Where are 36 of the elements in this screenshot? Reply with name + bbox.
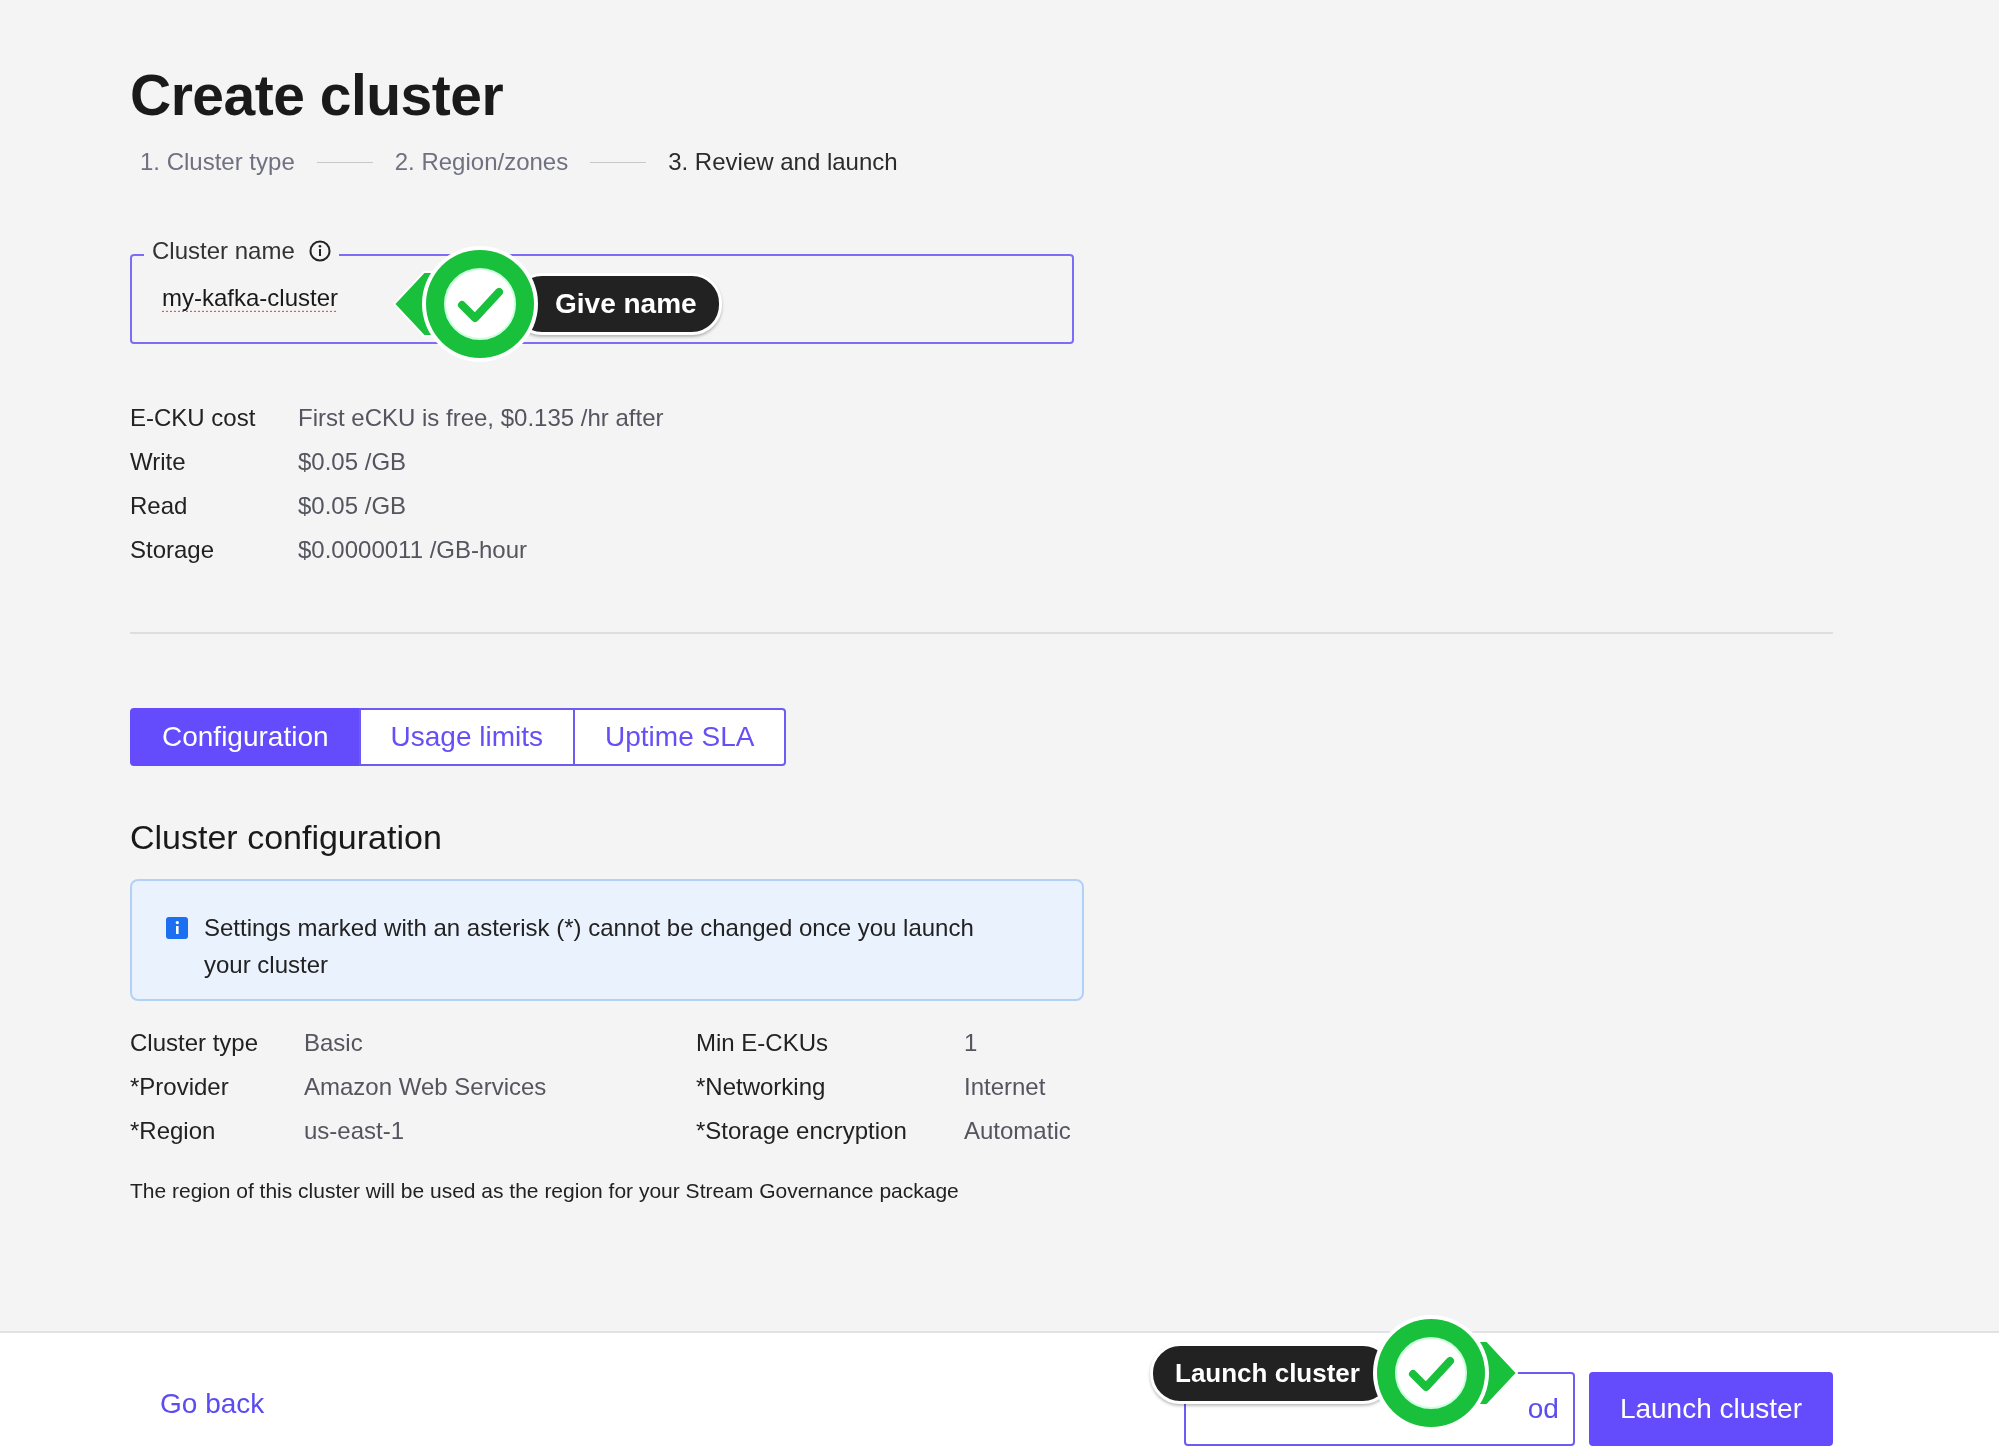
back-link[interactable]: Go back: [160, 1388, 265, 1420]
field-label: Cluster name: [152, 237, 295, 265]
setting-value: Basic: [304, 1029, 364, 1057]
setting-label: *Storage encryption: [696, 1117, 908, 1145]
setting-label: Cluster type: [130, 1029, 260, 1057]
price-value: $0.05 /GB: [298, 448, 408, 476]
section-heading: Cluster configuration: [130, 818, 443, 857]
setting-value: 1: [964, 1029, 979, 1057]
price-label: Read: [130, 492, 189, 520]
tab[interactable]: Uptime SLA: [573, 708, 787, 766]
price-value: First eCKU is free, $0.135 /hr after: [298, 404, 665, 432]
tab[interactable]: Usage limits: [358, 708, 576, 766]
price-label: Storage: [130, 536, 216, 564]
page-title: Create cluster: [130, 62, 505, 128]
wizard-step: 2. Region/zones: [394, 148, 569, 176]
footnote: The region of this cluster will be used as the region for your Stream Governance package: [130, 1179, 960, 1203]
setting-label: *Region: [130, 1117, 217, 1145]
wizard-step: 3. Review and launch: [668, 148, 898, 176]
setting-label: Min E-CKUs: [696, 1029, 829, 1057]
price-value: $0.05 /GB: [298, 492, 408, 520]
setting-label: *Networking: [696, 1073, 827, 1101]
text-input[interactable]: my-kafka-cluster: [162, 284, 362, 312]
info-icon[interactable]: [308, 240, 331, 262]
setting-value: Amazon Web Services: [304, 1073, 548, 1101]
wizard-step: 1. Cluster type: [140, 148, 295, 176]
setting-label: *Provider: [130, 1073, 230, 1101]
tab[interactable]: Configuration: [130, 708, 361, 766]
setting-value: us-east-1: [304, 1117, 406, 1145]
notice-text: Settings marked with an asterisk (*) cannot be changed once you launch your cluster: [204, 913, 975, 980]
price-value: $0.0000011 /GB-hour: [298, 536, 529, 564]
launch-button[interactable]: Launch cluster: [1588, 1372, 1833, 1446]
price-label: Write: [130, 448, 187, 476]
price-label: E-CKU cost: [130, 404, 257, 432]
setting-value: Automatic: [964, 1117, 1072, 1145]
info-icon: [166, 917, 188, 939]
setting-value: Internet: [964, 1073, 1047, 1101]
